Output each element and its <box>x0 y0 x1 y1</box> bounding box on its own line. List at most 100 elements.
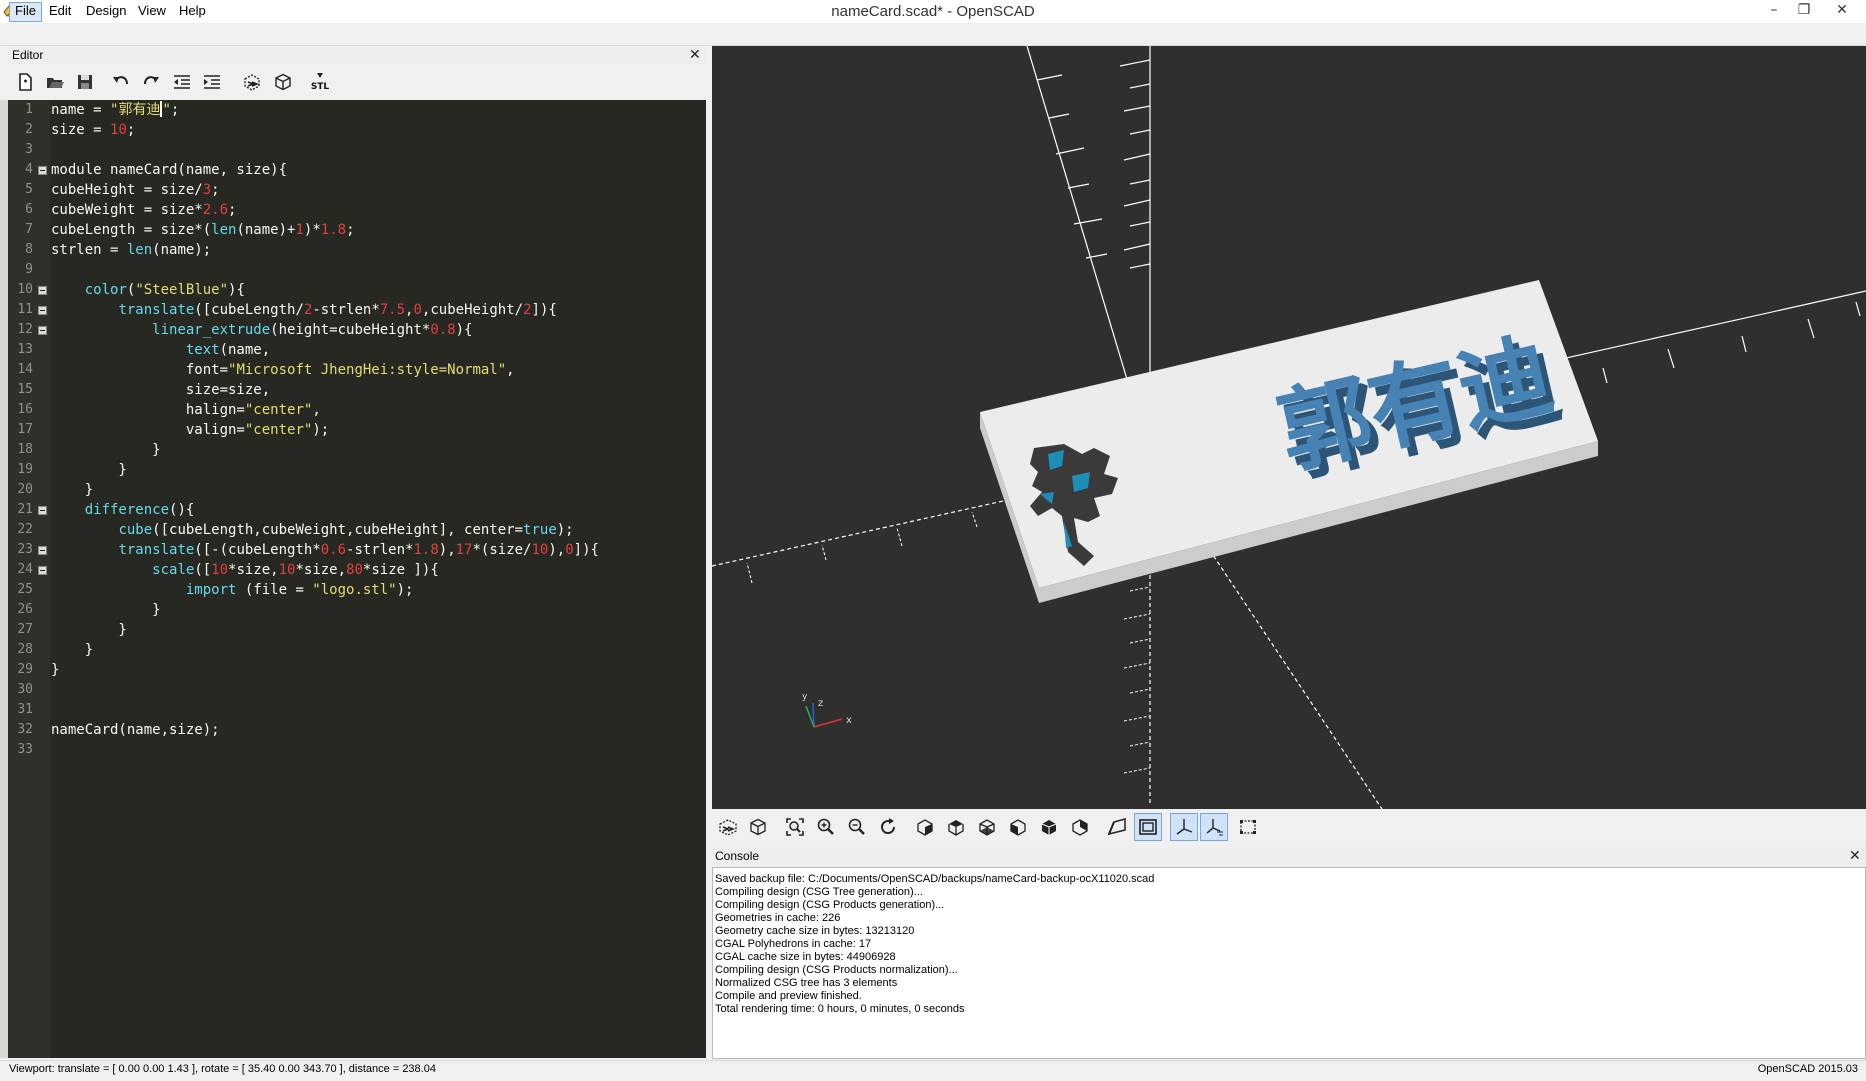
code-token: } <box>51 662 60 678</box>
code-token: size = <box>51 122 111 138</box>
console-line: Compiling design (CSG Products generatio… <box>715 899 945 911</box>
code-token: } <box>51 602 161 618</box>
show-axes-icon[interactable] <box>1170 813 1198 841</box>
preview-icon[interactable] <box>239 69 265 95</box>
z-axis-scale-markers <box>1119 59 1151 269</box>
code-token: 0 <box>565 542 574 558</box>
code-token: halign= <box>51 402 245 418</box>
zoom-in-icon[interactable] <box>812 813 840 841</box>
orthogonal-icon[interactable] <box>1134 813 1162 841</box>
code-token: scale <box>152 562 195 578</box>
code-token: ]){ <box>531 302 557 318</box>
menu-help[interactable]: Help <box>174 2 211 20</box>
fold-toggle-icon[interactable] <box>38 166 47 175</box>
close-window-button[interactable]: ✕ <box>1822 0 1862 20</box>
code-token: name = <box>51 102 111 118</box>
reset-view-icon[interactable] <box>874 813 902 841</box>
render-icon[interactable] <box>744 813 772 841</box>
line-number: 1 <box>25 102 33 117</box>
new-file-icon[interactable] <box>12 69 38 95</box>
line-number: 21 <box>17 502 33 517</box>
code-token: ), <box>438 542 456 558</box>
editor-panel-title: Editor <box>12 48 44 62</box>
fold-toggle-icon[interactable] <box>38 566 47 575</box>
export-stl-icon[interactable]: STL <box>307 69 333 95</box>
line-number: 22 <box>17 522 33 537</box>
line-number: 13 <box>17 342 33 357</box>
menu-file[interactable]: File <box>9 2 42 22</box>
line-number: 30 <box>17 682 33 697</box>
code-token: 0.6 <box>320 542 347 558</box>
code-line: nameCard(name,size); <box>51 720 220 740</box>
y-axis-scale-markers <box>1036 74 1108 259</box>
save-icon[interactable] <box>72 69 98 95</box>
view-back-icon[interactable] <box>1066 813 1094 841</box>
console-line: CGAL Polyhedrons in cache: 17 <box>715 938 872 950</box>
view-front-icon[interactable] <box>1035 813 1063 841</box>
svg-text:STL: STL <box>311 82 330 92</box>
code-token: ){ <box>228 282 245 298</box>
code-line: halign="center", <box>51 400 321 420</box>
undo-icon[interactable] <box>108 69 134 95</box>
menu-design[interactable]: Design <box>81 2 131 20</box>
redo-icon[interactable] <box>138 69 164 95</box>
console-close-button[interactable]: ✕ <box>1849 849 1861 863</box>
viewport-scene: 郭有迪 郭有迪 z x y <box>712 46 1866 809</box>
code-token: "center" <box>244 422 313 438</box>
view-left-icon[interactable] <box>1004 813 1032 841</box>
code-token: } <box>51 442 161 458</box>
open-file-icon[interactable] <box>42 69 68 95</box>
3d-viewport[interactable]: 郭有迪 郭有迪 z x y <box>712 46 1866 809</box>
view-bottom-icon[interactable] <box>973 813 1001 841</box>
view-right-icon[interactable] <box>911 813 939 841</box>
line-number: 19 <box>17 462 33 477</box>
show-scale-markers-icon[interactable] <box>1200 813 1228 841</box>
restore-button[interactable]: ❐ <box>1784 0 1824 20</box>
preview-icon[interactable] <box>714 813 742 841</box>
code-token: (name)+ <box>236 222 296 238</box>
code-token: 0 <box>413 302 422 318</box>
gizmo-x-label: x <box>846 715 852 726</box>
fold-toggle-icon[interactable] <box>38 506 47 515</box>
line-number: 27 <box>17 622 33 637</box>
code-token: 10 <box>211 562 229 578</box>
code-token: ([cubeLength,cubeWeight,cubeHeight], cen… <box>152 522 524 538</box>
line-number: 4 <box>25 162 33 177</box>
view-top-icon[interactable] <box>942 813 970 841</box>
code-line: font="Microsoft JhengHei:style=Normal", <box>51 360 515 380</box>
code-token: difference <box>84 502 170 518</box>
fold-toggle-icon[interactable] <box>38 286 47 295</box>
code-line: } <box>51 620 126 640</box>
indent-icon[interactable] <box>199 69 225 95</box>
code-token: ]){ <box>573 542 599 558</box>
code-token: nameCard(name,size); <box>51 722 220 738</box>
code-token: cube <box>118 522 153 538</box>
render-icon[interactable] <box>270 69 296 95</box>
perspective-icon[interactable] <box>1103 813 1131 841</box>
fold-toggle-icon[interactable] <box>38 546 47 555</box>
code-token: text <box>185 342 220 358</box>
code-token: 1 <box>295 222 304 238</box>
menu-edit[interactable]: Edit <box>44 2 76 20</box>
code-token: font= <box>51 362 229 378</box>
line-number: 15 <box>17 382 33 397</box>
x-axis-negative-line <box>712 498 1013 567</box>
code-token: ; <box>170 102 180 118</box>
zoom-out-icon[interactable] <box>843 813 871 841</box>
menu-view[interactable]: View <box>133 2 171 20</box>
view-all-icon[interactable] <box>781 813 809 841</box>
code-token: (height=cubeHeight* <box>270 322 431 338</box>
editor-close-button[interactable]: ✕ <box>689 48 701 62</box>
fold-toggle-icon[interactable] <box>38 306 47 315</box>
code-token: ); <box>556 522 574 538</box>
unindent-icon[interactable] <box>169 69 195 95</box>
line-number: 28 <box>17 642 33 657</box>
show-edges-icon[interactable] <box>1234 813 1262 841</box>
fold-toggle-icon[interactable] <box>38 326 47 335</box>
